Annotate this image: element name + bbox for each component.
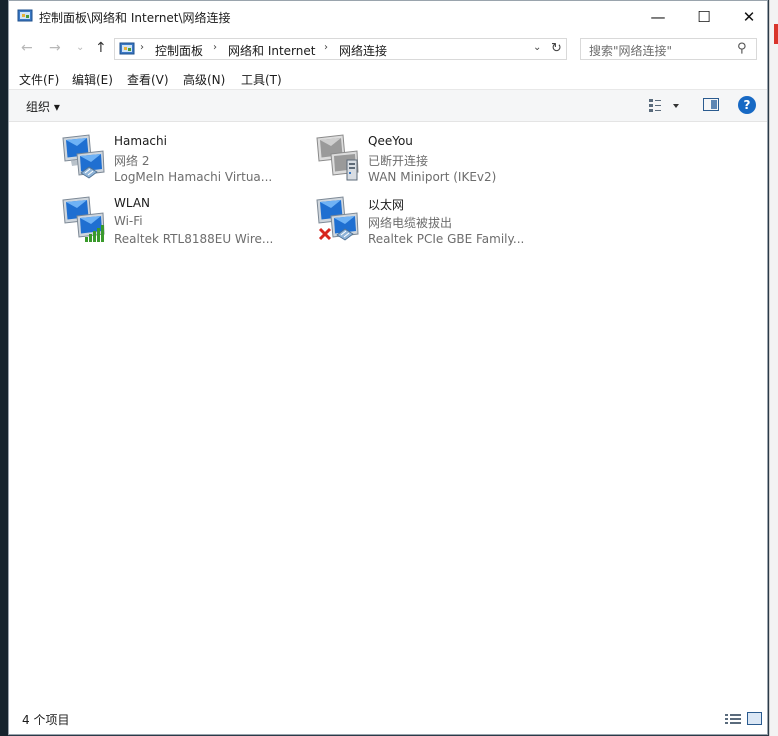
control-panel-icon <box>17 9 33 22</box>
wireless-adapter-icon <box>62 196 105 242</box>
menu-edit[interactable]: 编辑(E) <box>72 71 113 88</box>
refresh-icon[interactable]: ↻ <box>551 41 562 56</box>
connection-hamachi[interactable]: Hamachi 网络 2 LogMeIn Hamachi Virtua... <box>59 132 309 188</box>
address-dropdown-icon[interactable]: ⌄ <box>533 42 541 53</box>
forward-button[interactable]: → <box>49 40 61 56</box>
search-icon[interactable]: ⚲ <box>737 41 747 56</box>
breadcrumb-network-internet[interactable]: 网络和 Internet <box>228 42 315 59</box>
menu-file[interactable]: 文件(F) <box>19 71 59 88</box>
connection-device: LogMeIn Hamachi Virtua... <box>114 170 273 184</box>
connection-name: 以太网 <box>368 198 405 212</box>
connections-list: Hamachi 网络 2 LogMeIn Hamachi Virtua... Q… <box>9 122 767 702</box>
command-bar: 组织 ▾ ? <box>9 89 767 122</box>
menu-advanced[interactable]: 高级(N) <box>183 71 225 88</box>
search-placeholder: 搜索"网络连接" <box>589 44 673 58</box>
desktop-left-edge <box>0 0 8 736</box>
network-adapter-disconnected-icon <box>316 134 359 181</box>
connection-status: 网络 2 <box>114 154 150 168</box>
network-adapter-icon <box>62 134 105 179</box>
menu-view[interactable]: 查看(V) <box>127 71 169 88</box>
title-bar[interactable]: 控制面板\网络和 Internet\网络连接 — ☐ ✕ <box>9 1 767 32</box>
connection-status: 网络电缆被拔出 <box>368 216 453 230</box>
breadcrumb-separator-icon[interactable]: › <box>140 42 144 53</box>
maximize-button[interactable]: ☐ <box>681 1 727 32</box>
connection-device: Realtek PCIe GBE Family... <box>368 232 525 246</box>
connection-qeeyou[interactable]: QeeYou 已断开连接 WAN Miniport (IKEv2) <box>313 132 563 188</box>
explorer-window: 控制面板\网络和 Internet\网络连接 — ☐ ✕ ← → ⌄ ↑ › 控… <box>8 0 768 735</box>
ethernet-unplugged-icon <box>316 196 359 241</box>
organize-button[interactable]: 组织 ▾ <box>26 98 60 115</box>
address-bar[interactable]: › 控制面板 › 网络和 Internet › 网络连接 ⌄ ↻ <box>114 38 567 60</box>
connection-ethernet[interactable]: 以太网 网络电缆被拔出 Realtek PCIe GBE Family... <box>313 194 563 250</box>
connection-status: Wi-Fi <box>114 214 143 228</box>
recent-locations-button[interactable]: ⌄ <box>76 42 84 53</box>
up-button[interactable]: ↑ <box>95 40 107 56</box>
change-view-icon[interactable] <box>648 97 680 115</box>
menu-tools[interactable]: 工具(T) <box>241 71 282 88</box>
connection-device: WAN Miniport (IKEv2) <box>368 170 497 184</box>
help-icon[interactable]: ? <box>738 96 756 114</box>
menu-bar: 文件(F) 编辑(E) 查看(V) 高级(N) 工具(T) <box>9 65 767 89</box>
connection-device: Realtek RTL8188EU Wire... <box>114 232 274 246</box>
connection-name: Hamachi <box>114 134 167 148</box>
control-panel-icon <box>119 42 135 55</box>
search-input[interactable]: 搜索"网络连接" ⚲ <box>580 38 757 60</box>
window-title: 控制面板\网络和 Internet\网络连接 <box>39 11 231 25</box>
connection-name: WLAN <box>114 196 151 210</box>
preview-pane-icon[interactable] <box>703 98 719 111</box>
breadcrumb-separator-icon[interactable]: › <box>213 42 217 53</box>
status-bar: 4 个项目 <box>9 703 767 734</box>
connection-name: QeeYou <box>368 134 413 148</box>
minimize-button[interactable]: — <box>635 1 681 32</box>
connection-status: 已断开连接 <box>368 154 429 168</box>
back-button[interactable]: ← <box>21 40 33 56</box>
breadcrumb-network-connections[interactable]: 网络连接 <box>339 42 387 59</box>
tiles-view-icon[interactable] <box>747 712 762 725</box>
address-row: ← → ⌄ ↑ › 控制面板 › 网络和 Internet › 网络连接 ⌄ ↻… <box>9 32 767 64</box>
breadcrumb-separator-icon[interactable]: › <box>324 42 328 53</box>
breadcrumb-control-panel[interactable]: 控制面板 <box>155 42 203 59</box>
desktop-right-edge <box>769 0 778 736</box>
desktop-red-mark <box>774 24 778 44</box>
item-count: 4 个项目 <box>22 713 70 727</box>
close-button[interactable]: ✕ <box>726 1 772 32</box>
connection-wlan[interactable]: WLAN Wi-Fi Realtek RTL8188EU Wire... <box>59 194 309 250</box>
details-view-icon[interactable] <box>725 713 741 725</box>
